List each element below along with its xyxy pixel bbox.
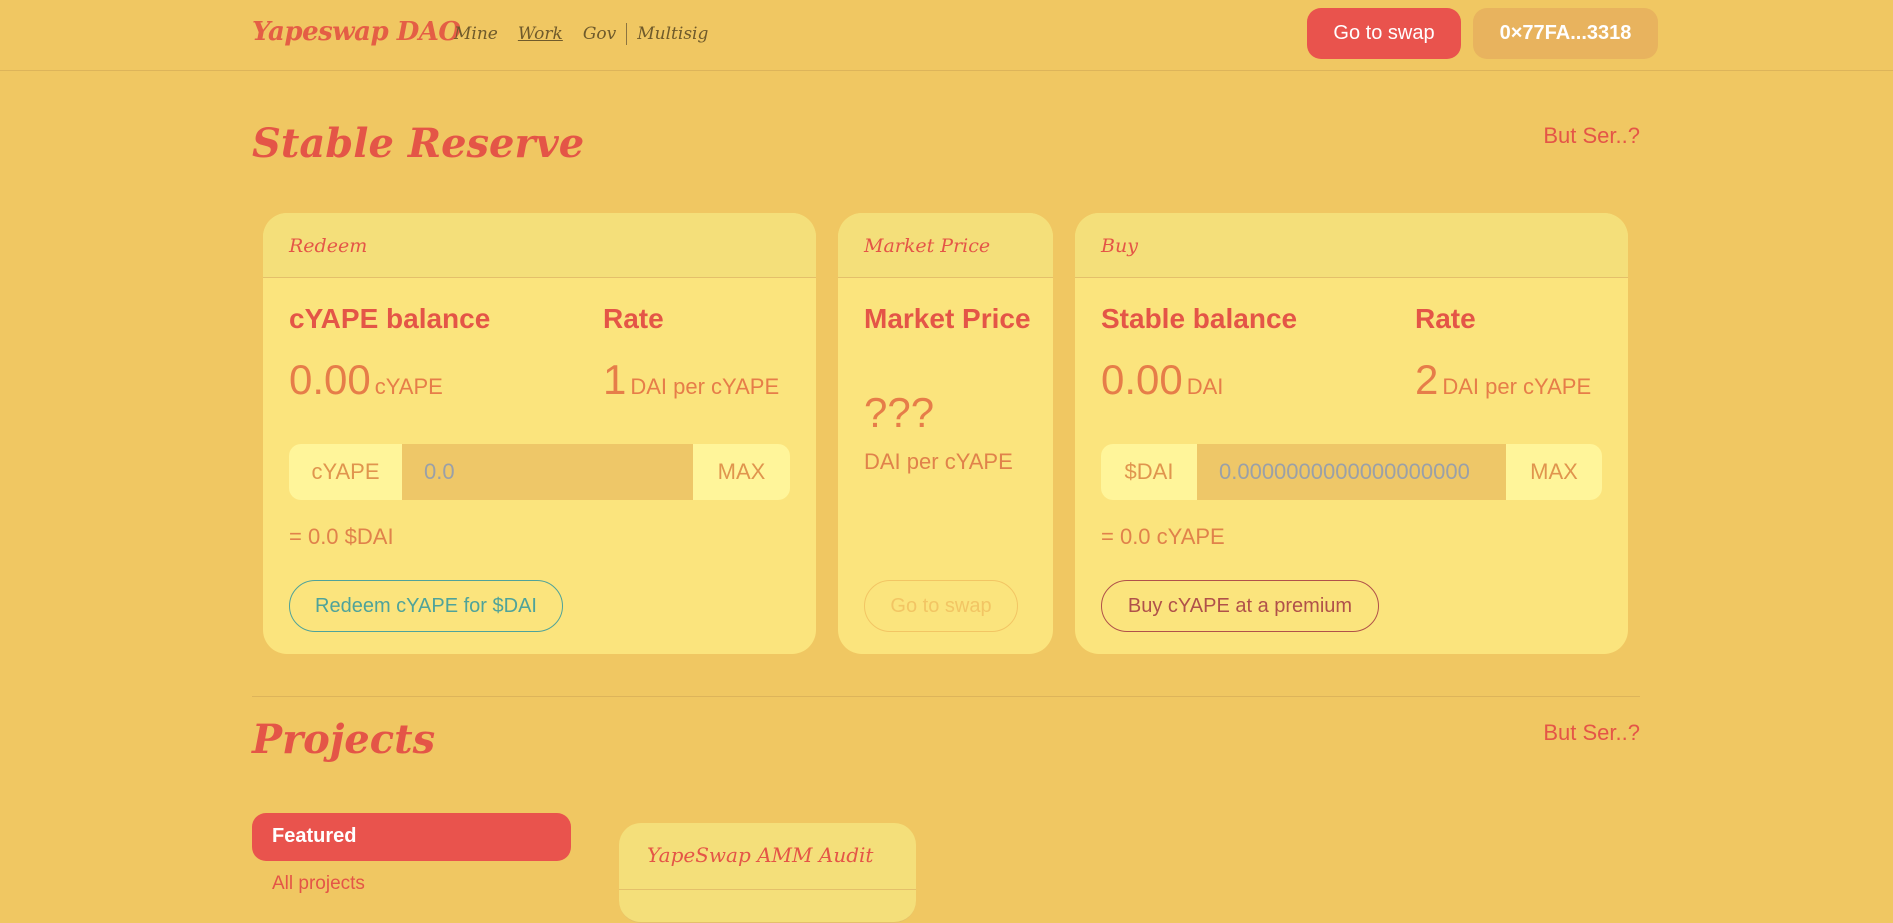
top-header: Yapeswap DAO Mine Work Gov Multisig Go t… [0, 0, 1893, 71]
cyape-balance-label: cYAPE balance [289, 303, 491, 334]
brand-logo[interactable]: Yapeswap DAO [252, 17, 461, 47]
filter-all-projects[interactable]: All projects [272, 873, 365, 895]
main-nav: Mine Work Gov Multisig [454, 23, 728, 45]
wallet-address-button[interactable]: 0×77FA...3318 [1473, 8, 1658, 59]
redeem-button[interactable]: Redeem cYAPE for $DAI [289, 580, 563, 632]
redeem-amount-input-group: cYAPE 0.0 MAX [289, 444, 790, 500]
section-divider [252, 696, 1640, 697]
market-price-unit: DAI per cYAPE [864, 449, 1013, 474]
market-price-label: Market Price [864, 303, 1031, 334]
redeem-equals-text: = 0.0 $DAI [289, 524, 394, 549]
buy-premium-button[interactable]: Buy cYAPE at a premium [1101, 580, 1379, 632]
filter-featured[interactable]: Featured [252, 813, 571, 861]
buy-max-button[interactable]: MAX [1506, 444, 1602, 500]
buy-rate-value: 2 DAI per cYAPE [1415, 356, 1592, 403]
buy-input-prefix: $DAI [1101, 444, 1197, 500]
cyape-balance-value: 0.00 cYAPE [289, 356, 443, 403]
stable-balance-label: Stable balance [1101, 303, 1298, 334]
nav-work[interactable]: Work [518, 24, 563, 44]
redeem-max-button[interactable]: MAX [693, 444, 790, 500]
nav-divider [626, 23, 628, 45]
buy-card: Buy Stable balance Rate 0.00 DAI 2 DAI per… [1075, 213, 1628, 654]
project-card[interactable]: YapeSwap AMM Audit [619, 823, 916, 923]
market-price-card: Market Price Market Price ??? DAI per cY… [838, 213, 1053, 654]
buy-rate-label: Rate [1415, 303, 1476, 334]
market-price-card-header: Market Price [838, 213, 1053, 278]
redeem-amount-input[interactable]: 0.0 [402, 444, 693, 500]
nav-gov[interactable]: Gov [583, 24, 616, 44]
nav-multisig[interactable]: Multisig [637, 24, 708, 44]
go-to-swap-button[interactable]: Go to swap [1307, 8, 1461, 59]
buy-amount-input-group: $DAI 0.0000000000000000000 MAX [1101, 444, 1602, 500]
stable-reserve-title: Stable Reserve [252, 120, 585, 167]
redeem-input-prefix: cYAPE [289, 444, 402, 500]
buy-card-header: Buy [1075, 213, 1628, 278]
buy-amount-input[interactable]: 0.0000000000000000000 [1197, 444, 1506, 500]
projects-title: Projects [252, 716, 436, 763]
market-price-value: ??? [864, 389, 935, 436]
redeem-card: Redeem cYAPE balance Rate 0.00 cYAPE 1 DAI… [263, 213, 816, 654]
project-card-divider [619, 889, 916, 890]
nav-mine[interactable]: Mine [454, 24, 498, 44]
project-card-title: YapeSwap AMM Audit [647, 843, 874, 867]
market-go-to-swap-button[interactable]: Go to swap [864, 580, 1018, 632]
buy-equals-text: = 0.0 cYAPE [1101, 524, 1225, 549]
stable-reserve-but-ser-link[interactable]: But Ser..? [1543, 123, 1640, 149]
redeem-rate-value: 1 DAI per cYAPE [603, 356, 780, 403]
stable-balance-value: 0.00 DAI [1101, 356, 1224, 403]
projects-but-ser-link[interactable]: But Ser..? [1543, 720, 1640, 746]
redeem-rate-label: Rate [603, 303, 664, 334]
redeem-card-header: Redeem [263, 213, 816, 278]
